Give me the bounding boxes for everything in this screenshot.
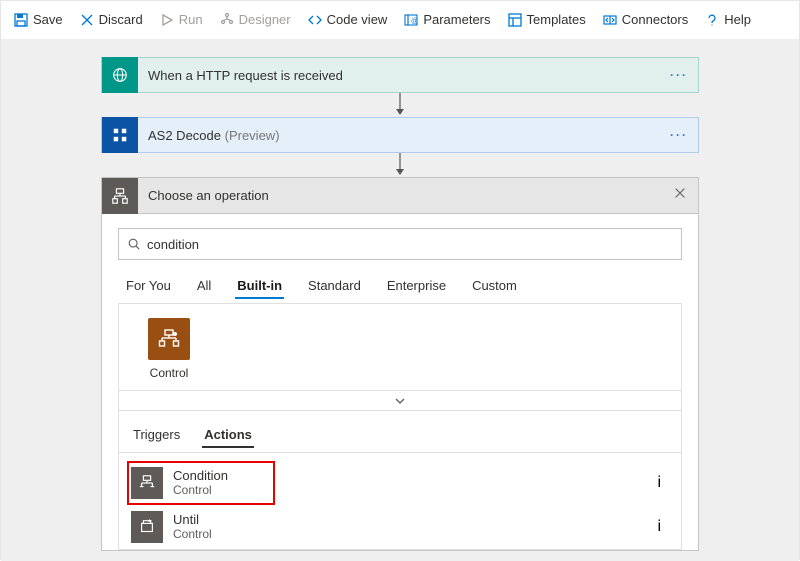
category-tabs: For You All Built-in Standard Enterprise… bbox=[118, 260, 682, 303]
tab-all[interactable]: All bbox=[193, 272, 215, 303]
svg-text:@: @ bbox=[411, 18, 418, 25]
designer-icon bbox=[219, 12, 235, 28]
parameters-icon: @ bbox=[403, 12, 419, 28]
toolbar: Save Discard Run Designer Code view @ Pa… bbox=[1, 1, 799, 39]
connectors-button[interactable]: Connectors bbox=[594, 4, 696, 36]
sub-tabs: Triggers Actions bbox=[119, 410, 681, 453]
action-until[interactable]: Until Control bbox=[127, 505, 657, 549]
connector-label: Control bbox=[129, 366, 209, 380]
operation-icon bbox=[102, 178, 138, 214]
picker-inner: Control Triggers Actions Condition bbox=[118, 303, 682, 550]
action-row: Condition Control i bbox=[127, 461, 673, 505]
action-condition[interactable]: Condition Control bbox=[127, 461, 275, 505]
panel-title: Choose an operation bbox=[138, 188, 662, 203]
action-text: Until Control bbox=[173, 513, 653, 542]
designer-button[interactable]: Designer bbox=[211, 4, 299, 36]
expand-connectors-button[interactable] bbox=[119, 390, 681, 410]
tab-custom[interactable]: Custom bbox=[468, 272, 521, 303]
search-value: condition bbox=[147, 237, 199, 252]
until-icon bbox=[131, 511, 163, 543]
tab-for-you[interactable]: For You bbox=[122, 272, 175, 303]
actions-list: Condition Control i Until Control bbox=[119, 453, 681, 549]
codeview-icon bbox=[307, 12, 323, 28]
connector-grid: Control bbox=[119, 304, 681, 390]
operation-picker-panel: Choose an operation condition For You Al… bbox=[101, 177, 699, 551]
codeview-button[interactable]: Code view bbox=[299, 4, 396, 36]
run-icon bbox=[159, 12, 175, 28]
flow-arrow bbox=[393, 153, 407, 177]
action-text: Condition Control bbox=[173, 469, 271, 498]
templates-icon bbox=[507, 12, 523, 28]
tab-standard[interactable]: Standard bbox=[304, 272, 365, 303]
step-menu-button[interactable]: ··· bbox=[660, 128, 698, 142]
as2-icon bbox=[102, 117, 138, 153]
tab-triggers[interactable]: Triggers bbox=[131, 421, 182, 452]
search-icon bbox=[127, 237, 141, 251]
panel-header: Choose an operation bbox=[102, 178, 698, 214]
panel-body: condition For You All Built-in Standard … bbox=[102, 214, 698, 303]
step-http-trigger[interactable]: When a HTTP request is received ··· bbox=[101, 57, 699, 93]
designer-canvas: When a HTTP request is received ··· AS2 … bbox=[1, 39, 799, 561]
step-menu-button[interactable]: ··· bbox=[660, 68, 698, 82]
run-button[interactable]: Run bbox=[151, 4, 211, 36]
search-input[interactable]: condition bbox=[118, 228, 682, 260]
save-button[interactable]: Save bbox=[5, 4, 71, 36]
step-label: When a HTTP request is received bbox=[138, 68, 660, 83]
connectors-icon bbox=[602, 12, 618, 28]
step-as2-decode[interactable]: AS2 Decode (Preview) ··· bbox=[101, 117, 699, 153]
help-icon bbox=[704, 12, 720, 28]
help-button[interactable]: Help bbox=[696, 4, 759, 36]
connector-control[interactable]: Control bbox=[129, 318, 209, 380]
templates-button[interactable]: Templates bbox=[499, 4, 594, 36]
globe-icon bbox=[102, 57, 138, 93]
chevron-down-icon bbox=[393, 394, 407, 408]
tab-enterprise[interactable]: Enterprise bbox=[383, 272, 450, 303]
close-icon bbox=[673, 186, 687, 200]
save-icon bbox=[13, 12, 29, 28]
discard-icon bbox=[79, 12, 95, 28]
discard-button[interactable]: Discard bbox=[71, 4, 151, 36]
info-icon[interactable]: i bbox=[657, 474, 661, 492]
condition-icon bbox=[131, 467, 163, 499]
action-row: Until Control i bbox=[127, 505, 673, 549]
info-icon[interactable]: i bbox=[657, 518, 661, 536]
close-button[interactable] bbox=[662, 186, 698, 205]
parameters-button[interactable]: @ Parameters bbox=[395, 4, 498, 36]
tab-built-in[interactable]: Built-in bbox=[233, 272, 286, 303]
tab-actions[interactable]: Actions bbox=[202, 421, 254, 452]
control-connector-icon bbox=[148, 318, 190, 360]
flow-arrow bbox=[393, 93, 407, 117]
step-label: AS2 Decode (Preview) bbox=[138, 128, 660, 143]
